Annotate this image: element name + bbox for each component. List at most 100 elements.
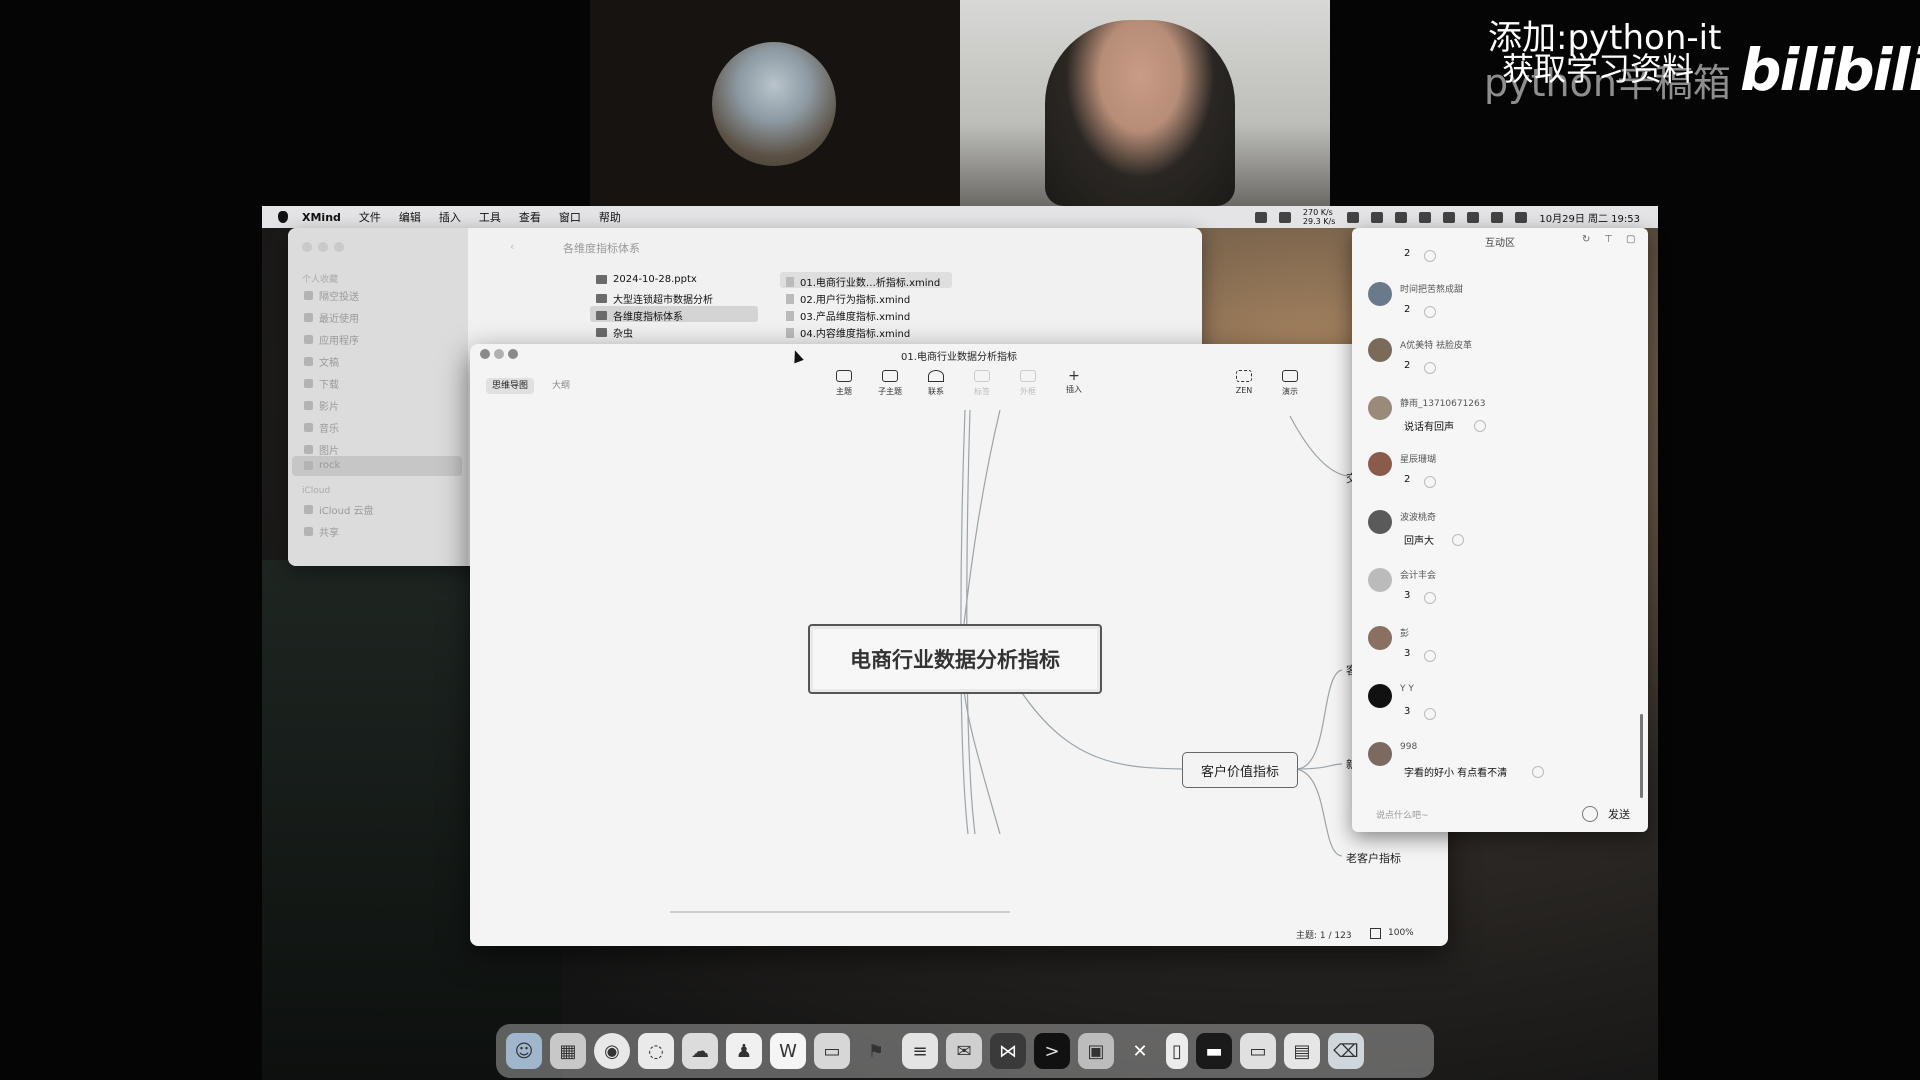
files-dock-icon[interactable]: ▤ (1284, 1033, 1320, 1069)
preview-dock-icon[interactable]: ▭ (814, 1033, 850, 1069)
emoji-icon[interactable] (1582, 806, 1598, 822)
screen-share-icon[interactable] (1254, 211, 1267, 223)
mail-dock-icon[interactable]: ✉ (946, 1033, 982, 1069)
file-name: 2024-10-28.pptx (613, 274, 697, 285)
finder-zoom-button[interactable] (334, 242, 344, 252)
menu-file[interactable]: 文件 (359, 209, 381, 225)
presenter-avatar-photo (712, 42, 836, 166)
trash-dock-icon[interactable]: ⌫ (1328, 1033, 1364, 1069)
sidebar-item-shared[interactable]: 共享 (304, 524, 339, 539)
window-icon[interactable] (1347, 211, 1360, 223)
emoji-react-icon[interactable] (1424, 250, 1436, 262)
send-button[interactable]: 发送 (1608, 806, 1630, 822)
xmind-dock-icon[interactable]: ✕ (1122, 1033, 1158, 1069)
sidebar-item-movies[interactable]: 影片 (304, 398, 339, 413)
launchpad-dock-icon[interactable]: ▦ (550, 1033, 586, 1069)
emoji-react-icon[interactable] (1424, 708, 1436, 720)
folder-name: 大型连锁超市数据分析 (613, 295, 713, 306)
emoji-react-icon[interactable] (1532, 766, 1544, 778)
finder-dock-icon[interactable]: ☺ (506, 1033, 542, 1069)
menu-window[interactable]: 窗口 (559, 209, 581, 225)
wps-dock-icon[interactable]: W (770, 1033, 806, 1069)
apple-icon[interactable] (278, 211, 288, 223)
emoji-react-icon[interactable] (1424, 306, 1436, 318)
sidebar-item-label: 隔空投送 (319, 292, 359, 303)
pin-icon[interactable]: ⊤ (1604, 234, 1613, 245)
topic-customer-value[interactable]: 客户价值指标 (1182, 752, 1298, 788)
sidebar-item-pictures[interactable]: 图片 (304, 442, 339, 457)
sidebar-item-downloads[interactable]: 下载 (304, 376, 339, 391)
sidebar-item-label: 音乐 (319, 424, 339, 435)
book-icon[interactable] (1370, 928, 1381, 939)
menubar-clock[interactable]: 10月29日 周二 19:53 (1539, 210, 1640, 225)
control-center-icon[interactable] (1515, 211, 1528, 223)
flag-dock-icon[interactable]: ⚑ (858, 1033, 894, 1069)
folder-row-supermarket[interactable]: 大型连锁超市数据分析 (596, 291, 713, 306)
sidebar-item-rock[interactable]: rock (304, 460, 340, 471)
vscode-dock-icon[interactable]: ⋈ (990, 1033, 1026, 1069)
menu-help[interactable]: 帮助 (599, 209, 621, 225)
emoji-react-icon[interactable] (1452, 534, 1464, 546)
wifi-icon[interactable] (1467, 211, 1480, 223)
file-row-xmind-02[interactable]: 02.用户行为指标.xmind (786, 291, 910, 306)
volume-icon[interactable] (1395, 211, 1408, 223)
sidebar-section-favorites: 个人收藏 (302, 275, 339, 285)
menu-app-name[interactable]: XMind (302, 211, 341, 224)
sidebar-section-icloud: iCloud (302, 486, 331, 496)
avatar (1368, 510, 1392, 534)
search-icon[interactable] (1491, 211, 1504, 223)
cloud-icon (304, 505, 313, 514)
refresh-icon[interactable]: ↻ (1582, 234, 1590, 245)
chat-scrollbar[interactable] (1640, 714, 1643, 798)
chat-bubble-icon[interactable] (1371, 211, 1384, 223)
document-dock-icon[interactable]: ▯ (1166, 1033, 1188, 1069)
screen-dock-icon[interactable]: ▬ (1196, 1033, 1232, 1069)
menu-tools[interactable]: 工具 (479, 209, 501, 225)
emoji-react-icon[interactable] (1424, 592, 1436, 604)
sidebar-item-documents[interactable]: 文稿 (304, 354, 339, 369)
sidebar-item-recents[interactable]: 最近使用 (304, 310, 359, 325)
menu-insert[interactable]: 插入 (439, 209, 461, 225)
finder-minimize-button[interactable] (318, 242, 328, 252)
sidebar-item-music[interactable]: 音乐 (304, 420, 339, 435)
file-row-xmind-01[interactable]: 01.电商行业数…析指标.xmind (786, 274, 940, 289)
chat-message-text: 2 (1404, 474, 1411, 485)
xmind-window: 01.电商行业数据分析指标 思维导图 大纲 主题 子主题 联系 标签 外框 + 插… (470, 344, 1448, 946)
finder-close-button[interactable] (302, 242, 312, 252)
topic-old-customer[interactable]: 老客户指标 (1346, 850, 1401, 866)
file-row-xmind-03[interactable]: 03.产品维度指标.xmind (786, 308, 910, 323)
messages-dock-icon[interactable]: ◌ (638, 1033, 674, 1069)
notes-dock-icon[interactable]: ≡ (902, 1033, 938, 1069)
menu-edit[interactable]: 编辑 (399, 209, 421, 225)
emoji-react-icon[interactable] (1424, 650, 1436, 662)
emoji-react-icon[interactable] (1424, 476, 1436, 488)
terminal-dock-icon[interactable]: > (1034, 1033, 1070, 1069)
sidebar-item-icloud-drive[interactable]: iCloud 云盘 (304, 502, 374, 517)
file-row-pptx[interactable]: 2024-10-28.pptx (596, 274, 697, 285)
folder-icon (596, 328, 607, 337)
bluetooth-icon[interactable] (1419, 211, 1432, 223)
file-row-xmind-04[interactable]: 04.内容维度指标.xmind (786, 325, 910, 340)
window-dock-icon[interactable]: ▭ (1240, 1033, 1276, 1069)
back-icon[interactable]: ‹ (510, 240, 514, 253)
qq-dock-icon[interactable]: ♟ (726, 1033, 762, 1069)
wechat-dock-icon[interactable]: ☁ (682, 1033, 718, 1069)
folder-row-misc[interactable]: 杂虫 (596, 325, 633, 340)
wps-icon[interactable] (1278, 211, 1291, 223)
folder-icon (596, 311, 607, 320)
chat-input[interactable]: 说点什么吧~ (1376, 808, 1429, 821)
sidebar-item-airdrop[interactable]: 隔空投送 (304, 288, 359, 303)
battery-icon[interactable] (1443, 211, 1456, 223)
central-topic[interactable]: 电商行业数据分析指标 (808, 624, 1102, 694)
sidebar-item-applications[interactable]: 应用程序 (304, 332, 359, 347)
photos-dock-icon[interactable]: ▣ (1078, 1033, 1114, 1069)
emoji-react-icon[interactable] (1424, 362, 1436, 374)
emoji-react-icon[interactable] (1474, 420, 1486, 432)
chat-message-text: 3 (1404, 648, 1411, 659)
panel-toggle-icon[interactable]: ▢ (1626, 234, 1635, 245)
menu-view[interactable]: 查看 (519, 209, 541, 225)
zoom-level[interactable]: 100% (1388, 928, 1414, 938)
presenter-webcam (1045, 20, 1235, 206)
chrome-dock-icon[interactable]: ◉ (594, 1033, 630, 1069)
folder-row-metrics[interactable]: 各维度指标体系 (596, 308, 683, 323)
